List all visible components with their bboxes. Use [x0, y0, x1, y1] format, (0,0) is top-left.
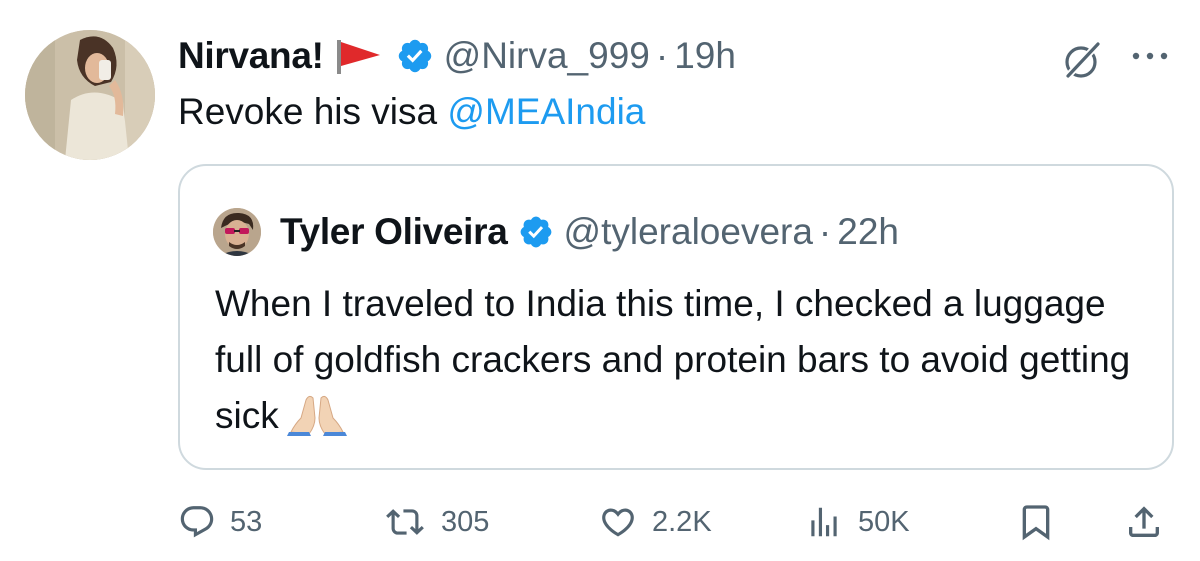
views-icon: [811, 507, 837, 537]
verified-badge-icon[interactable]: [518, 214, 554, 250]
separator-dot: ·: [655, 35, 669, 76]
author-avatar[interactable]: [25, 30, 155, 160]
bookmark-button[interactable]: [1016, 496, 1056, 548]
like-count: 2.2K: [652, 505, 712, 538]
heart-icon: [602, 508, 634, 537]
reply-count: 53: [230, 505, 263, 538]
views-count: 50K: [858, 505, 910, 538]
share-button[interactable]: [1124, 496, 1164, 548]
share-icon: [1129, 506, 1159, 537]
mention-link[interactable]: @MEAIndia: [447, 91, 645, 132]
tweet-text: Revoke his visa @MEAIndia: [178, 88, 645, 136]
bookmark-icon: [1022, 505, 1050, 541]
quoted-tweet-timestamp[interactable]: 22h: [837, 211, 899, 253]
tweet-timestamp[interactable]: 19h: [674, 35, 736, 77]
repost-count: 305: [441, 505, 490, 538]
quoted-author-handle[interactable]: @tyleraloevera: [564, 211, 813, 253]
more-icon[interactable]: [1128, 46, 1174, 66]
quoted-tweet-body: When I traveled to India this time, I ch…: [215, 283, 1131, 436]
grok-icon[interactable]: [1058, 38, 1104, 84]
folded-hands-icon: [286, 392, 347, 436]
tweet-body: Revoke his visa: [178, 91, 448, 132]
like-button[interactable]: 2.2K: [598, 496, 712, 548]
repost-button[interactable]: 305: [383, 496, 489, 548]
reply-button[interactable]: 53: [178, 496, 262, 548]
tweet-header: Nirvana! @Nirva_999 · 19h: [178, 30, 736, 82]
red-flag-icon: [334, 36, 384, 76]
quoted-tweet-text: When I traveled to India this time, I ch…: [215, 276, 1135, 444]
repost-icon: [386, 509, 424, 535]
author-name[interactable]: Nirvana!: [178, 35, 324, 77]
quoted-author-name[interactable]: Tyler Oliveira: [280, 211, 508, 253]
separator-dot: ·: [818, 211, 832, 252]
quoted-tweet-header: Tyler Oliveira @tyleraloevera · 22h: [280, 206, 899, 258]
views-button[interactable]: 50K: [804, 496, 910, 548]
tweet-action-bar: 53 305 2.2K 50K: [0, 496, 1200, 556]
author-handle[interactable]: @Nirva_999: [444, 35, 650, 77]
quoted-tweet-card[interactable]: Tyler Oliveira @tyleraloevera · 22h When…: [178, 164, 1174, 470]
quoted-author-avatar[interactable]: [213, 208, 261, 256]
tweet[interactable]: Nirvana! @Nirva_999 · 19h Revoke his vis…: [0, 0, 1200, 561]
reply-icon: [180, 506, 214, 538]
verified-badge-icon[interactable]: [396, 37, 434, 75]
